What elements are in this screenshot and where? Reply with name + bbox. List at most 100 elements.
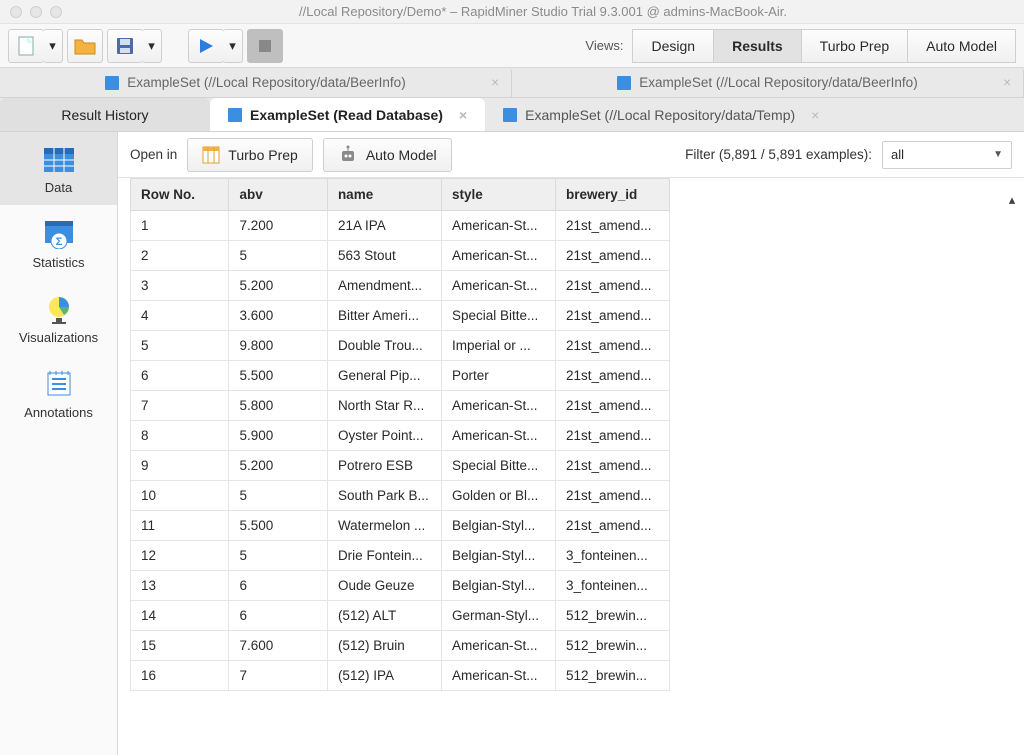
- tab-temp[interactable]: ExampleSet (//Local Repository/data/Temp…: [485, 98, 837, 131]
- column-header[interactable]: name: [327, 179, 441, 211]
- table-cell: 2: [131, 241, 229, 271]
- table-row[interactable]: 43.600Bitter Ameri...Special Bitte...21s…: [131, 301, 670, 331]
- table-cell: South Park B...: [327, 481, 441, 511]
- vertical-scrollbar[interactable]: ▴: [1004, 192, 1020, 751]
- table-row[interactable]: 125Drie Fontein...Belgian-Styl...3_fonte…: [131, 541, 670, 571]
- table-cell: Belgian-Styl...: [441, 571, 555, 601]
- open-auto-model-button[interactable]: Auto Model: [323, 138, 452, 172]
- tab-read-database[interactable]: ExampleSet (Read Database) ×: [210, 98, 485, 131]
- tab-result-history[interactable]: Result History: [0, 98, 210, 131]
- close-icon[interactable]: ×: [459, 107, 467, 123]
- table-row[interactable]: 35.200Amendment...American-St...21st_ame…: [131, 271, 670, 301]
- nav-label: Visualizations: [19, 330, 98, 345]
- minimize-window-icon[interactable]: [30, 6, 42, 18]
- spreadsheet-icon: [202, 146, 220, 164]
- table-cell: Oude Geuze: [327, 571, 441, 601]
- table-row[interactable]: 17.20021A IPAAmerican-St...21st_amend...: [131, 211, 670, 241]
- table-cell: 21st_amend...: [555, 361, 669, 391]
- table-cell: Drie Fontein...: [327, 541, 441, 571]
- table-cell: American-St...: [441, 631, 555, 661]
- new-file-dropdown[interactable]: ▾: [43, 29, 63, 63]
- view-results[interactable]: Results: [713, 29, 802, 63]
- view-turbo-prep[interactable]: Turbo Prep: [801, 29, 909, 63]
- table-cell: 8: [131, 421, 229, 451]
- run-dropdown[interactable]: ▾: [223, 29, 243, 63]
- button-label: Turbo Prep: [228, 147, 298, 163]
- table-row[interactable]: 25563 StoutAmerican-St...21st_amend...: [131, 241, 670, 271]
- table-cell: 3_fonteinen...: [555, 541, 669, 571]
- column-header[interactable]: style: [441, 179, 555, 211]
- run-button[interactable]: [188, 29, 224, 63]
- filter-value: all: [891, 147, 904, 162]
- table-row[interactable]: 59.800Double Trou...Imperial or ...21st_…: [131, 331, 670, 361]
- close-icon[interactable]: ×: [1003, 75, 1011, 90]
- file-tab-beerinfo-2[interactable]: ExampleSet (//Local Repository/data/Beer…: [512, 68, 1024, 97]
- nav-annotations[interactable]: Annotations: [0, 355, 117, 430]
- table-row[interactable]: 65.500General Pip...Porter21st_amend...: [131, 361, 670, 391]
- open-turbo-prep-button[interactable]: Turbo Prep: [187, 138, 313, 172]
- table-cell: 5.900: [229, 421, 327, 451]
- table-cell: 7.600: [229, 631, 327, 661]
- table-cell: 5: [229, 481, 327, 511]
- close-icon[interactable]: ×: [491, 75, 499, 90]
- filter-select[interactable]: all ▼: [882, 141, 1012, 169]
- table-cell: 10: [131, 481, 229, 511]
- maximize-window-icon[interactable]: [50, 6, 62, 18]
- table-cell: American-St...: [441, 661, 555, 691]
- table-cell: (512) Bruin: [327, 631, 441, 661]
- column-header[interactable]: Row No.: [131, 179, 229, 211]
- data-table: Row No.abvnamestylebrewery_id 17.20021A …: [130, 178, 670, 691]
- table-cell: Golden or Bl...: [441, 481, 555, 511]
- table-cell: 21st_amend...: [555, 211, 669, 241]
- open-file-button[interactable]: [67, 29, 103, 63]
- chevron-down-icon: ▼: [993, 149, 1003, 160]
- result-tabs: Result History ExampleSet (Read Database…: [0, 98, 1024, 132]
- view-design[interactable]: Design: [632, 29, 714, 63]
- table-cell: Special Bitte...: [441, 451, 555, 481]
- chart-icon: [42, 294, 76, 324]
- window-controls: [0, 6, 62, 18]
- save-button[interactable]: [107, 29, 143, 63]
- dataset-icon: [617, 76, 631, 90]
- close-window-icon[interactable]: [10, 6, 22, 18]
- table-row[interactable]: 85.900Oyster Point...American-St...21st_…: [131, 421, 670, 451]
- table-cell: 21st_amend...: [555, 451, 669, 481]
- table-row[interactable]: 167(512) IPAAmerican-St...512_brewin...: [131, 661, 670, 691]
- table-cell: 3: [131, 271, 229, 301]
- table-cell: American-St...: [441, 271, 555, 301]
- nav-statistics[interactable]: Σ Statistics: [0, 205, 117, 280]
- nav-visualizations[interactable]: Visualizations: [0, 280, 117, 355]
- scroll-up-icon[interactable]: ▴: [1004, 192, 1020, 208]
- side-nav: Data Σ Statistics Visualizations Annotat…: [0, 132, 118, 755]
- svg-text:Σ: Σ: [55, 236, 62, 248]
- table-cell: 5: [131, 331, 229, 361]
- table-cell: 7.200: [229, 211, 327, 241]
- column-header[interactable]: brewery_id: [555, 179, 669, 211]
- file-tab-beerinfo-1[interactable]: ExampleSet (//Local Repository/data/Beer…: [0, 68, 512, 97]
- table-cell: 21st_amend...: [555, 511, 669, 541]
- table-cell: 512_brewin...: [555, 661, 669, 691]
- view-auto-model[interactable]: Auto Model: [907, 29, 1016, 63]
- table-row[interactable]: 115.500Watermelon ...Belgian-Styl...21st…: [131, 511, 670, 541]
- table-row[interactable]: 75.800North Star R...American-St...21st_…: [131, 391, 670, 421]
- content-toolbar: Open in Turbo Prep Auto Model Filter (5,…: [118, 132, 1024, 178]
- table-row[interactable]: 105South Park B...Golden or Bl...21st_am…: [131, 481, 670, 511]
- dataset-icon: [228, 108, 242, 122]
- table-cell: Special Bitte...: [441, 301, 555, 331]
- table-row[interactable]: 157.600(512) BruinAmerican-St...512_brew…: [131, 631, 670, 661]
- save-dropdown[interactable]: ▾: [142, 29, 162, 63]
- table-row[interactable]: 136Oude GeuzeBelgian-Styl...3_fonteinen.…: [131, 571, 670, 601]
- table-cell: 15: [131, 631, 229, 661]
- new-file-button[interactable]: [8, 29, 44, 63]
- column-header[interactable]: abv: [229, 179, 327, 211]
- file-tabs: ExampleSet (//Local Repository/data/Beer…: [0, 68, 1024, 98]
- table-row[interactable]: 95.200Potrero ESBSpecial Bitte...21st_am…: [131, 451, 670, 481]
- table-row[interactable]: 146(512) ALTGerman-Styl...512_brewin...: [131, 601, 670, 631]
- table-cell: 5: [229, 241, 327, 271]
- close-icon[interactable]: ×: [811, 107, 819, 123]
- stop-button[interactable]: [247, 29, 283, 63]
- button-label: Auto Model: [366, 147, 437, 163]
- tab-label: ExampleSet (//Local Repository/data/Temp…: [525, 107, 795, 123]
- data-table-wrap: Row No.abvnamestylebrewery_id 17.20021A …: [118, 178, 1024, 755]
- nav-data[interactable]: Data: [0, 132, 117, 205]
